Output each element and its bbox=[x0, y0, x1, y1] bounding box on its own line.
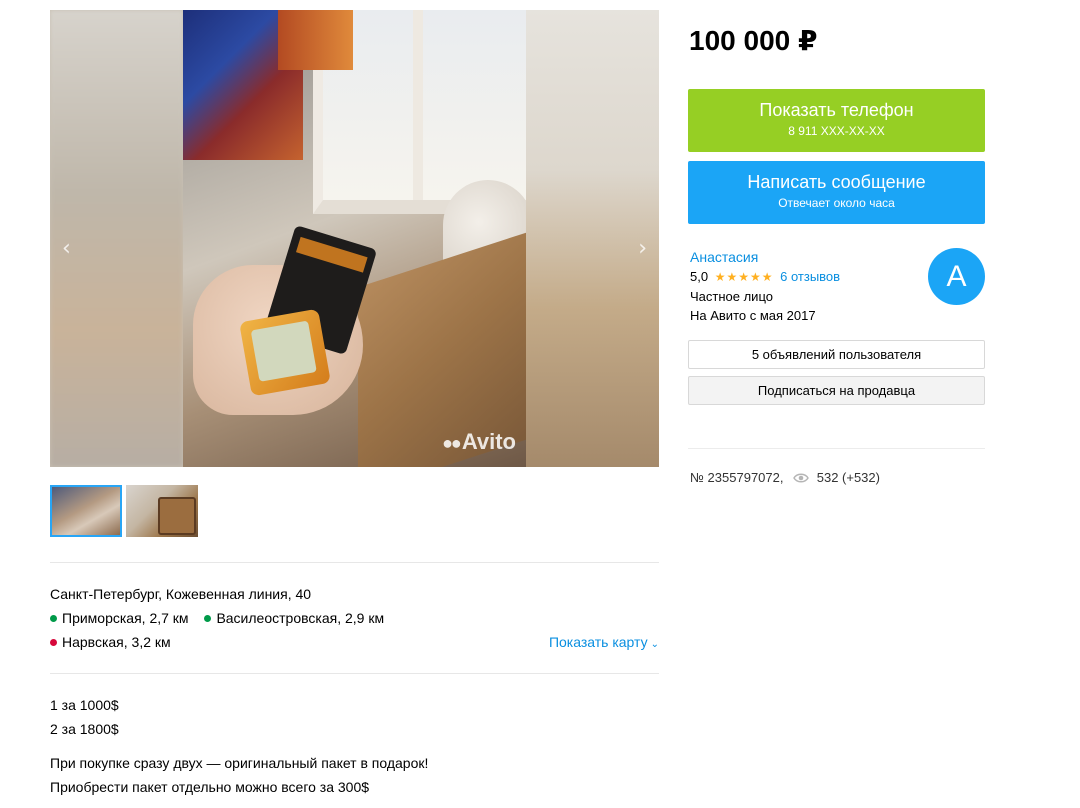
photo-item-orange bbox=[239, 308, 331, 397]
seller-listings-button[interactable]: 5 объявлений пользователя bbox=[688, 340, 985, 369]
reviews-link[interactable]: 6 отзывов bbox=[780, 269, 840, 284]
seller-type: Частное лицо bbox=[690, 289, 773, 304]
chevron-down-icon: ⌄ bbox=[650, 639, 659, 650]
metro-row-1: Приморская, 2,7 км Василеостровская, 2,9… bbox=[50, 610, 396, 626]
eye-icon bbox=[793, 472, 809, 487]
show-map-link[interactable]: Показать карту ⌄ bbox=[549, 634, 659, 650]
metro-line-dot bbox=[50, 639, 57, 646]
ad-number: № 2355797072, bbox=[690, 470, 784, 485]
seller-avatar[interactable]: А bbox=[928, 248, 985, 305]
description-line: Приобрести пакет отдельно можно всего за… bbox=[50, 779, 370, 795]
metro-line-dot bbox=[204, 615, 212, 622]
description-line: 2 за 1800$ bbox=[50, 721, 119, 737]
price: 100 000 ₽ bbox=[689, 25, 818, 56]
ad-meta: № 2355797072, 532 (+532) bbox=[690, 470, 880, 487]
description-line: При покупке сразу двух — оригинальный па… bbox=[50, 755, 429, 771]
seller-since: На Авито с мая 2017 bbox=[690, 308, 816, 323]
metro-line-dot bbox=[50, 615, 57, 622]
star-icons: ★★★★★ bbox=[714, 270, 774, 284]
description-line: 1 за 1000$ bbox=[50, 697, 119, 713]
divider bbox=[50, 673, 659, 674]
metro-row-2: Нарвская, 3,2 км bbox=[50, 634, 183, 650]
photo-gallery[interactable]: ●●Avito ‹ › bbox=[50, 10, 659, 467]
show-phone-label: Показать телефон bbox=[759, 100, 914, 120]
avito-watermark: ●●Avito bbox=[442, 429, 516, 454]
rating-value: 5,0 bbox=[690, 269, 709, 284]
view-count: 532 (+532) bbox=[816, 470, 880, 485]
response-time: Отвечает около часа bbox=[778, 196, 895, 210]
seller-name-link[interactable]: Анастасия bbox=[690, 249, 758, 265]
masked-phone: 8 911 XXX-XX-XX bbox=[788, 124, 885, 138]
chevron-left-icon[interactable]: ‹ bbox=[62, 238, 71, 260]
chevron-right-icon[interactable]: › bbox=[638, 238, 647, 260]
seller-rating: 5,0 ★★★★★ 6 отзывов bbox=[690, 269, 840, 284]
thumbnail-1[interactable] bbox=[50, 485, 122, 537]
thumbnail-2[interactable] bbox=[126, 485, 198, 537]
divider bbox=[50, 562, 659, 563]
subscribe-seller-button[interactable]: Подписаться на продавца bbox=[688, 376, 985, 405]
show-phone-button[interactable]: Показать телефон 8 911 XXX-XX-XX bbox=[688, 89, 985, 152]
write-message-label: Написать сообщение bbox=[747, 172, 926, 192]
divider bbox=[688, 448, 985, 449]
main-photo[interactable]: ●●Avito bbox=[183, 10, 526, 467]
write-message-button[interactable]: Написать сообщение Отвечает около часа bbox=[688, 161, 985, 224]
metro-station: Василеостровская, 2,9 км bbox=[204, 610, 384, 626]
metro-station: Приморская, 2,7 км bbox=[50, 610, 189, 626]
address: Санкт-Петербург, Кожевенная линия, 40 bbox=[50, 586, 312, 602]
metro-station: Нарвская, 3,2 км bbox=[50, 634, 171, 650]
